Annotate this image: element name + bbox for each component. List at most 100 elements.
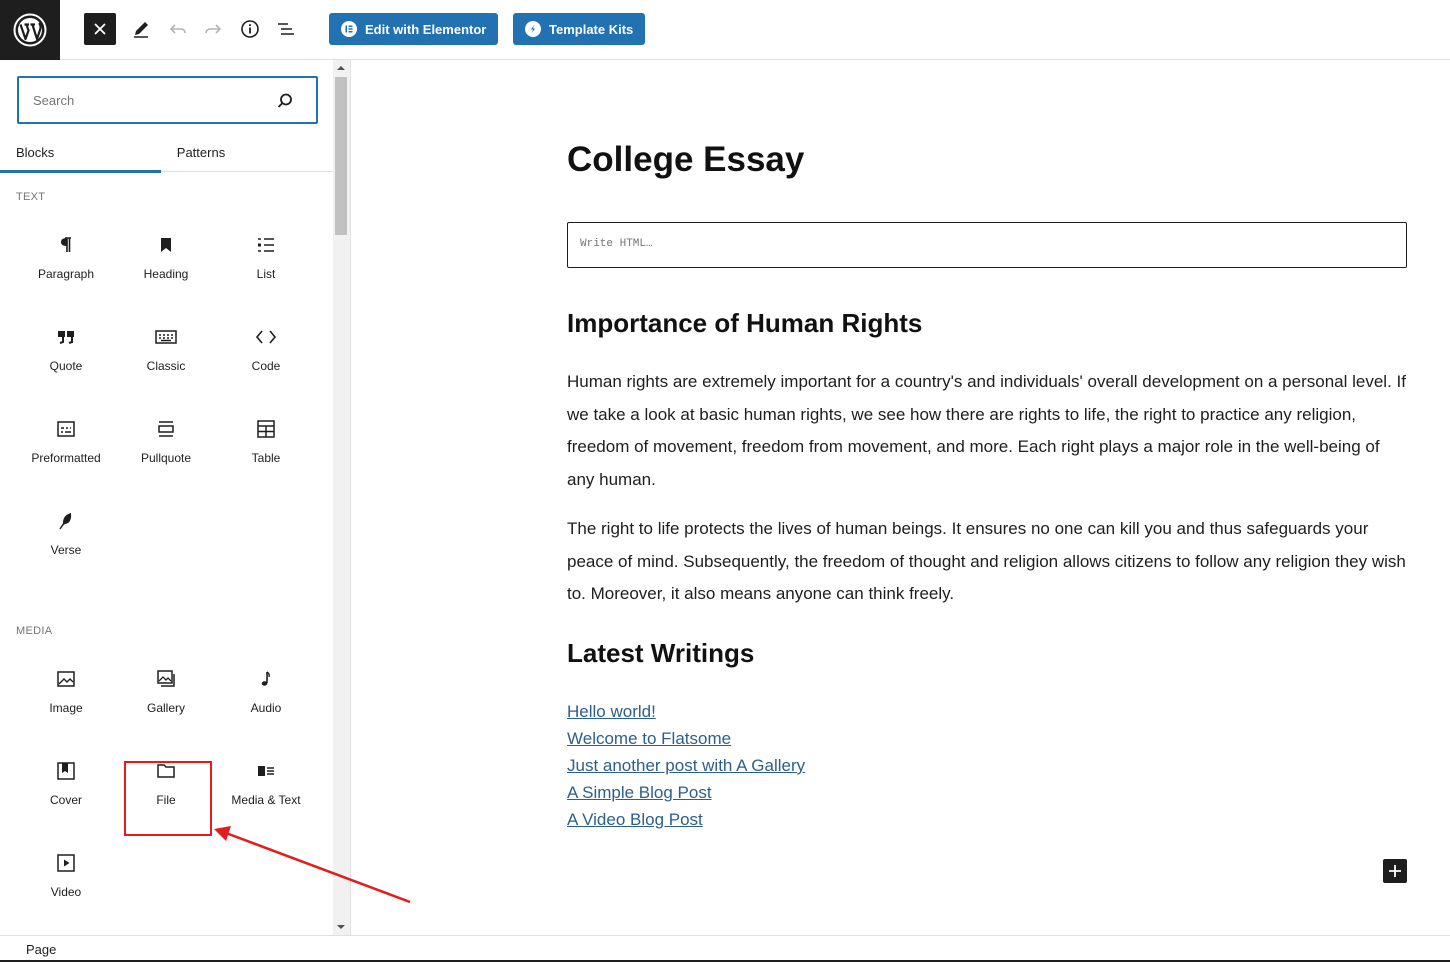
block-search-input[interactable]: [33, 92, 273, 108]
custom-html-block[interactable]: Write HTML…: [567, 222, 1407, 268]
wordpress-logo-icon[interactable]: [0, 0, 60, 60]
tools-button[interactable]: [125, 13, 157, 45]
pullquote-icon: [154, 417, 178, 441]
block-label: Pullquote: [140, 451, 192, 465]
block-label: Image: [49, 701, 83, 715]
elementor-logo-icon: [341, 21, 357, 37]
editor-header: Edit with Elementor Template Kits: [0, 0, 1450, 60]
block-label: Media & Text: [231, 793, 301, 807]
search-icon: [277, 93, 292, 108]
sidebar-scrollbar[interactable]: [333, 60, 350, 935]
template-kits-label: Template Kits: [549, 21, 634, 37]
block-code[interactable]: Code: [216, 311, 316, 403]
cover-icon: [54, 759, 78, 783]
block-media-text[interactable]: Media & Text: [216, 745, 316, 837]
block-label: Classic: [146, 359, 186, 373]
tab-blocks[interactable]: Blocks: [0, 132, 161, 173]
block-table[interactable]: Table: [216, 403, 316, 495]
block-label: Video: [50, 885, 82, 899]
post-title[interactable]: College Essay: [567, 140, 804, 180]
block-quote[interactable]: Quote: [16, 311, 116, 403]
undo-button[interactable]: [162, 13, 194, 45]
block-audio[interactable]: Audio: [216, 653, 316, 745]
block-image[interactable]: Image: [16, 653, 116, 745]
scrollbar-thumb[interactable]: [335, 77, 347, 235]
block-label: List: [256, 267, 276, 281]
post-link[interactable]: A Simple Blog Post: [567, 779, 805, 806]
block-label: Code: [251, 359, 281, 373]
add-block-button[interactable]: [1383, 859, 1407, 883]
media-blocks-grid: Image Gallery Audio Cover File Media & T…: [16, 653, 318, 929]
block-label: Paragraph: [37, 267, 95, 281]
block-label: Verse: [50, 543, 82, 557]
block-label: Heading: [143, 267, 189, 281]
block-file[interactable]: File: [116, 745, 216, 837]
post-link[interactable]: Welcome to Flatsome: [567, 725, 805, 752]
template-kits-button[interactable]: Template Kits: [513, 13, 646, 45]
block-preformatted[interactable]: Preformatted: [16, 403, 116, 495]
tab-patterns[interactable]: Patterns: [160, 132, 242, 172]
redo-button[interactable]: [197, 13, 229, 45]
block-cover[interactable]: Cover: [16, 745, 116, 837]
folder-icon: [154, 759, 178, 783]
block-label: Audio: [250, 701, 282, 715]
inserter-tabs: Blocks Patterns: [0, 132, 333, 173]
edit-with-elementor-button[interactable]: Edit with Elementor: [329, 13, 499, 45]
block-label: Quote: [49, 359, 83, 373]
scroll-down-arrow-icon[interactable]: [337, 925, 345, 929]
gallery-icon: [154, 667, 178, 691]
block-classic[interactable]: Classic: [116, 311, 216, 403]
keyboard-icon: [154, 325, 178, 349]
block-heading[interactable]: Heading: [116, 219, 216, 311]
category-label-media: MEDIA: [16, 625, 53, 637]
block-label: Preformatted: [31, 451, 101, 465]
latest-posts-list: Hello world! Welcome to Flatsome Just an…: [567, 698, 805, 833]
pencil-icon: [134, 22, 148, 38]
block-label: Cover: [49, 793, 82, 807]
details-button[interactable]: [234, 13, 266, 45]
breadcrumb-page[interactable]: Page: [26, 942, 56, 957]
block-label: Table: [251, 451, 281, 465]
heading-human-rights[interactable]: Importance of Human Rights: [567, 308, 922, 339]
image-icon: [54, 667, 78, 691]
template-kits-logo-icon: [525, 21, 541, 37]
audio-icon: [254, 667, 278, 691]
block-verse[interactable]: Verse: [16, 495, 116, 587]
block-video[interactable]: Video: [16, 837, 116, 929]
list-view-icon: [278, 23, 294, 35]
paragraph-2[interactable]: The right to life protects the lives of …: [567, 513, 1407, 611]
block-list[interactable]: List: [216, 219, 316, 311]
block-breadcrumb-bar: Page: [0, 935, 1450, 962]
editor-canvas: College Essay Write HTML… Importance of …: [351, 60, 1450, 935]
table-icon: [254, 417, 278, 441]
category-label-text: TEXT: [16, 191, 46, 203]
text-blocks-grid: Paragraph Heading List Quote Classic Cod…: [16, 219, 318, 587]
quill-icon: [54, 509, 78, 533]
list-view-button[interactable]: [270, 13, 302, 45]
preformatted-icon: [54, 417, 78, 441]
block-label: Gallery: [146, 701, 185, 715]
block-gallery[interactable]: Gallery: [116, 653, 216, 745]
post-link[interactable]: A Video Blog Post: [567, 806, 805, 833]
block-pullquote[interactable]: Pullquote: [116, 403, 216, 495]
post-link[interactable]: Hello world!: [567, 698, 805, 725]
post-link[interactable]: Just another post with A Gallery: [567, 752, 805, 779]
close-icon: [94, 23, 106, 35]
paragraph-1[interactable]: Human rights are extremely important for…: [567, 366, 1407, 496]
heading-icon: [154, 233, 178, 257]
redo-icon: [205, 24, 222, 34]
close-inserter-button[interactable]: [84, 13, 116, 45]
block-label: File: [156, 793, 176, 807]
block-inserter-panel: Blocks Patterns TEXT Paragraph Heading L…: [0, 60, 351, 935]
paragraph-icon: [54, 233, 78, 257]
scroll-up-arrow-icon[interactable]: [337, 66, 345, 70]
list-icon: [254, 233, 278, 257]
media-text-icon: [254, 759, 278, 783]
heading-latest-writings[interactable]: Latest Writings: [567, 638, 754, 669]
block-search[interactable]: [17, 76, 318, 124]
plus-icon: [1389, 865, 1401, 877]
code-icon: [254, 325, 278, 349]
video-icon: [54, 851, 78, 875]
block-paragraph[interactable]: Paragraph: [16, 219, 116, 311]
elementor-button-label: Edit with Elementor: [365, 21, 487, 37]
